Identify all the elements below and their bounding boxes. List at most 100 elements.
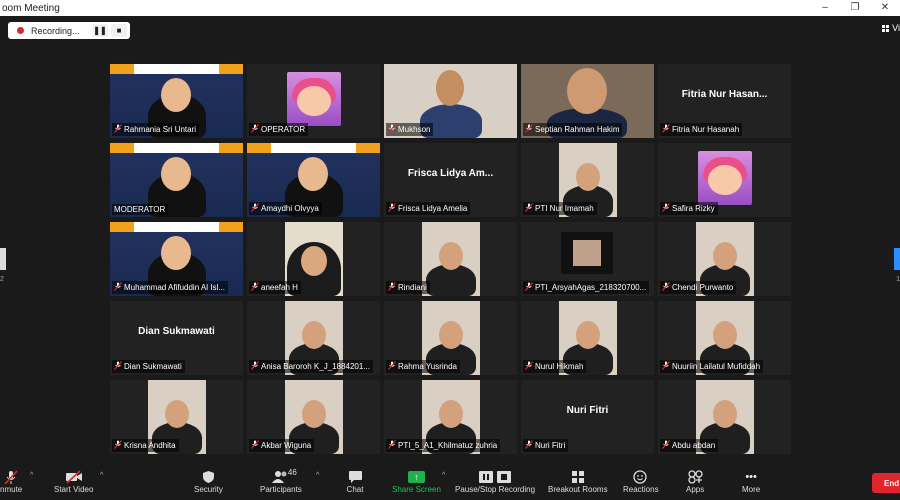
unmute-button[interactable]: nmute [0,469,22,494]
participant-name-label: Rindiani [386,281,430,294]
participant-tile[interactable]: Muhammad Afifuddin Al Isl... [110,222,243,296]
participant-tile[interactable]: Nurul Hikmah [521,301,654,375]
participant-name-label: MODERATOR [112,204,169,215]
participant-name: Rindiani [398,283,427,292]
grid-view-icon [882,24,890,32]
chat-button[interactable]: Chat [346,469,364,494]
pause-recording-button[interactable]: ❚❚ [92,24,108,37]
share-screen-button[interactable]: ↑ Share Screen [392,469,441,494]
participant-tile[interactable]: Nuuriin Lailatul Mufiddah [658,301,791,375]
participant-name: Rahma Yusrinda [398,362,457,371]
muted-mic-icon [114,361,122,372]
participant-tile[interactable]: aneefah H [247,222,380,296]
participant-tile[interactable]: OPERATOR [247,64,380,138]
view-button[interactable]: Vi [882,23,900,33]
participant-name-label: Rahma Yusrinda [386,360,460,373]
next-page-button[interactable] [894,248,900,270]
participant-tile[interactable]: Rahmania Sri Untari [110,64,243,138]
participant-tile[interactable]: Frisca Lidya Am... Frisca Lidya Amelia [384,143,517,217]
breakout-rooms-button[interactable]: Breakout Rooms [548,469,608,494]
participant-tile[interactable]: PTI Nur Imamah [521,143,654,217]
participant-name-label: Nuuriin Lailatul Mufiddah [660,360,764,373]
participant-name-label: Mukhson [386,123,434,136]
participant-tile[interactable]: Dian Sukmawati Dian Sukmawati [110,301,243,375]
participant-tile[interactable]: Rahma Yusrinda [384,301,517,375]
participant-tile[interactable]: Safira Rizky [658,143,791,217]
participant-name-label: Amaydhi Olvyya [249,202,322,215]
participant-name-label: Chendi Purwanto [660,281,737,294]
pause-stop-icon [477,469,513,485]
participants-caret-icon[interactable]: ^ [316,472,319,479]
participant-name-label: PTI_ArsyahAgas_218320700... [523,281,650,294]
more-dots-icon: ••• [745,471,757,483]
participant-tile[interactable]: MODERATOR [110,143,243,217]
participant-name-label: Abdu abdan [660,439,719,452]
muted-mic-icon [525,440,533,451]
security-button[interactable]: Security [194,469,223,494]
participant-tile[interactable]: Akbar Wiguna [247,380,380,454]
participant-name-label: Safira Rizky [660,202,718,215]
close-button[interactable]: ✕ [870,0,900,16]
muted-mic-icon [251,124,259,135]
muted-mic-icon [251,203,259,214]
more-button[interactable]: ••• More [742,469,760,494]
participant-tile[interactable]: PTI_5_A1_Khilmatuz zuhria [384,380,517,454]
participant-tile[interactable]: Fitria Nur Hasan... Fitria Nur Hasanah [658,64,791,138]
more-label: More [742,485,761,494]
participant-tile[interactable]: PTI_ArsyahAgas_218320700... [521,222,654,296]
participants-label: Participants [260,485,302,494]
participant-name: Abdu abdan [672,441,716,450]
muted-mic-icon [251,282,259,293]
participant-name-label: Dian Sukmawati [112,360,185,373]
apps-button[interactable]: Apps [686,469,704,494]
recording-dot-icon [17,27,24,34]
audio-options-caret-icon[interactable]: ^ [30,472,33,479]
participant-name-label: OPERATOR [249,123,309,136]
minimize-button[interactable]: – [810,0,840,16]
muted-mic-icon [662,124,670,135]
participant-tile[interactable]: Anisa Baroroh K_J_1884201... [247,301,380,375]
video-gallery: Rahmania Sri Untari OPERATOR Mukhson Septia… [110,64,791,454]
participant-display-name: Nuri Fitri [566,404,609,416]
participant-tile[interactable]: Nuri Fitri Nuri Fitri [521,380,654,454]
unmute-label: nmute [0,485,23,494]
participant-tile[interactable]: Mukhson [384,64,517,138]
breakout-rooms-label: Breakout Rooms [548,485,608,494]
participant-name: PTI_ArsyahAgas_218320700... [535,283,647,292]
muted-mic-icon [388,282,396,293]
participant-tile[interactable]: Abdu abdan [658,380,791,454]
participant-name: Frisca Lidya Amelia [398,204,468,213]
participant-name: Anisa Baroroh K_J_1884201... [261,362,370,371]
smiley-plus-icon [632,469,650,485]
participants-button[interactable]: 46 Participants [260,468,302,494]
muted-mic-icon [525,203,533,214]
participant-display-name: Frisca Lidya Am... [407,167,494,179]
participant-name: Chendi Purwanto [672,283,734,292]
reactions-button[interactable]: Reactions [623,469,659,494]
participant-tile[interactable]: Rindiani [384,222,517,296]
share-options-caret-icon[interactable]: ^ [442,472,445,479]
stop-recording-button[interactable]: ■ [111,24,127,37]
pause-stop-recording-button[interactable]: Pause/Stop Recording [455,469,535,494]
participant-tile[interactable]: Krisna Andhita [110,380,243,454]
chat-bubble-icon [346,469,364,485]
end-label: End [884,478,900,488]
participants-count: 46 [287,468,297,477]
participant-name: PTI_5_A1_Khilmatuz zuhria [398,441,498,450]
participant-name-label: PTI_5_A1_Khilmatuz zuhria [386,439,501,452]
participant-name: Akbar Wiguna [261,441,312,450]
muted-mic-icon [251,440,259,451]
participant-tile[interactable]: Chendi Purwanto [658,222,791,296]
end-meeting-button[interactable]: End [872,473,900,493]
previous-page-number: 2 [0,276,4,283]
participant-tile[interactable]: Septian Rahman Hakim [521,64,654,138]
participant-tile[interactable]: Amaydhi Olvyya [247,143,380,217]
participant-name: Nuri Fitri [535,441,566,450]
recording-indicator: Recording... ❚❚ ■ [8,22,130,39]
restore-button[interactable]: ❐ [840,0,870,16]
previous-page-button[interactable] [0,248,6,270]
muted-mic-icon [525,282,533,293]
muted-microphone-icon [2,469,20,485]
video-options-caret-icon[interactable]: ^ [100,472,103,479]
start-video-button[interactable]: Start Video [54,469,93,494]
